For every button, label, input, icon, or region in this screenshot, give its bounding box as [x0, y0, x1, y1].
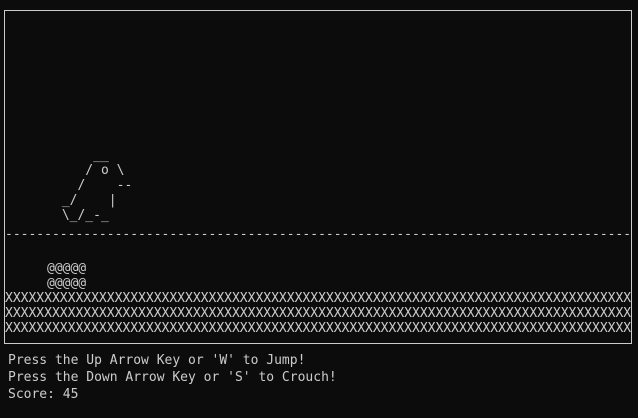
score-display: Score: 45 [8, 387, 79, 402]
jump-instruction: Press the Up Arrow Key or 'W' to Jump! [8, 353, 306, 368]
player-dinosaur-sprite: __ / o \ / -- _/ | \_/_-_ [61, 148, 133, 223]
floor-pattern: XXXXXXXXXXXXXXXXXXXXXXXXXXXXXXXXXXXXXXXX… [5, 291, 631, 336]
status-panel: Press the Up Arrow Key or 'W' to Jump! P… [8, 352, 337, 403]
ground-line: ----------------------------------------… [5, 227, 631, 242]
game-area[interactable]: __ / o \ / -- _/ | \_/_-_ --------------… [4, 10, 632, 344]
obstacle-sprite: @@@@@ @@@@@ [47, 261, 87, 291]
crouch-instruction: Press the Down Arrow Key or 'S' to Crouc… [8, 370, 337, 385]
